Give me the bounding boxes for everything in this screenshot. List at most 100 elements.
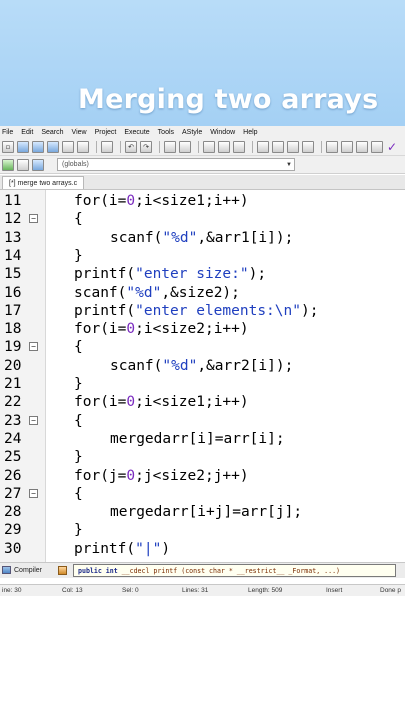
line-number: 13 <box>4 229 22 246</box>
line-number: 27 <box>4 485 22 502</box>
menu-item-help[interactable]: Help <box>243 129 257 136</box>
menu-item-tools[interactable]: Tools <box>158 129 174 136</box>
compile-icon[interactable] <box>272 140 284 153</box>
video-bottom-area <box>0 596 405 720</box>
code-token: for(j= <box>74 467 127 484</box>
toggle-bookmark-icon[interactable] <box>32 158 44 171</box>
code-line[interactable]: 23− { <box>0 412 405 430</box>
tab-merge-two-arrays[interactable]: [*] merge two arrays.c <box>2 176 85 189</box>
unindent-icon[interactable] <box>218 140 230 153</box>
code-token: ); <box>248 266 267 283</box>
line-number: 14 <box>4 247 22 264</box>
redo-icon[interactable]: ↷ <box>140 140 152 153</box>
menu-item-view[interactable]: View <box>72 129 87 136</box>
goto-icon[interactable] <box>257 140 269 153</box>
code-line[interactable]: 19− { <box>0 338 405 356</box>
line-number: 17 <box>4 302 22 319</box>
menu-item-project[interactable]: Project <box>95 129 117 136</box>
code-text: scanf("%d",&size2); <box>74 284 240 302</box>
compile-run-icon[interactable] <box>302 140 314 153</box>
code-text: } <box>74 375 83 393</box>
line-number: 15 <box>4 266 22 283</box>
add-class-icon[interactable] <box>2 158 14 171</box>
undo-icon[interactable]: ↶ <box>125 140 137 153</box>
toolbar-separator <box>96 140 97 153</box>
code-token: mergedarr[i+j]=arr[j]; <box>110 504 303 521</box>
menu-item-file[interactable]: File <box>2 129 13 136</box>
code-text: } <box>74 448 83 466</box>
code-token: { <box>74 485 83 502</box>
code-line[interactable]: 25} <box>0 448 405 466</box>
scope-select[interactable]: (globals) ▼ <box>57 158 295 171</box>
tab-compiler[interactable]: Compiler <box>2 566 42 574</box>
code-token: printf( <box>74 302 136 319</box>
code-text: { <box>74 210 83 228</box>
save-all-icon[interactable] <box>47 140 59 153</box>
code-line[interactable]: 17 printf("enter elements:\n"); <box>0 302 405 320</box>
layout-icon[interactable] <box>326 140 338 153</box>
checkmark-icon[interactable]: ✓ <box>386 140 398 154</box>
banner-title: Merging two arrays <box>78 84 379 115</box>
code-line[interactable]: 28 mergedarr[i+j]=arr[j]; <box>0 503 405 521</box>
insert-icon[interactable] <box>17 158 29 171</box>
status-state: Done p <box>380 587 401 594</box>
status-sel: Sel: 0 <box>122 587 139 594</box>
number-literal: 0 <box>126 193 136 209</box>
code-line[interactable]: 26 for(j=0;j<size2;j++) <box>0 467 405 485</box>
fold-toggle-icon[interactable]: − <box>29 488 38 498</box>
fold-toggle-icon[interactable]: − <box>29 342 38 352</box>
print-icon[interactable] <box>101 140 113 153</box>
line-number: 29 <box>4 522 22 539</box>
code-line[interactable]: 30 printf("|") <box>0 540 405 558</box>
find-icon[interactable] <box>164 140 176 153</box>
chevron-down-icon[interactable]: ▼ <box>284 162 294 168</box>
line-number: 30 <box>4 540 22 557</box>
line-number: 21 <box>4 376 22 392</box>
code-editor[interactable]: 11 for(i=0;i<size1;i++) 12−{13 scanf("%d",&… <box>0 190 405 562</box>
code-line[interactable]: 16 scanf("%d",&size2); <box>0 284 405 302</box>
compiler-icon <box>2 566 11 574</box>
code-line[interactable]: 27− { <box>0 485 405 503</box>
code-line[interactable]: 18 for(i=0;i<size2;i++) <box>0 320 405 338</box>
code-line[interactable]: 20 scanf("%d",&arr2[i]); <box>0 357 405 375</box>
editor-tab-bar: [*] merge two arrays.c <box>0 175 405 190</box>
code-token: { <box>74 211 83 228</box>
project-icon[interactable] <box>341 140 353 153</box>
run-icon[interactable] <box>287 140 299 153</box>
save-icon[interactable] <box>32 140 44 153</box>
fold-toggle-icon[interactable]: − <box>29 214 38 224</box>
bookmark-icon[interactable] <box>233 140 245 153</box>
code-line[interactable]: 12− { <box>0 210 405 228</box>
code-line[interactable]: 15 printf("enter size:"); <box>0 265 405 283</box>
code-token: for(i= <box>74 193 127 209</box>
function-signature-tooltip: public int __cdecl printf (const char * … <box>73 564 396 577</box>
code-line[interactable]: 29} <box>0 521 405 539</box>
new-file-icon[interactable]: ▫ <box>2 140 14 153</box>
menu-item-window[interactable]: Window <box>210 129 235 136</box>
menu-item-edit[interactable]: Edit <box>21 129 33 136</box>
menu-item-execute[interactable]: Execute <box>124 129 149 136</box>
resources-icon[interactable] <box>58 566 67 575</box>
class-browser-icon[interactable] <box>356 140 368 153</box>
open-folder-icon[interactable] <box>17 140 29 153</box>
code-line[interactable]: 21} <box>0 375 405 393</box>
close-file-icon[interactable] <box>62 140 74 153</box>
menu-item-search[interactable]: Search <box>41 129 63 136</box>
debug-icon[interactable] <box>371 140 383 153</box>
code-line[interactable]: 24 mergedarr[i]=arr[i]; <box>0 430 405 448</box>
code-text: printf("enter elements:\n"); <box>74 302 318 320</box>
code-token: for(i= <box>74 321 127 338</box>
code-line[interactable]: 14} <box>0 247 405 265</box>
fold-toggle-icon[interactable]: − <box>29 415 38 425</box>
code-token: ;i<size2;i++) <box>135 321 249 338</box>
code-line[interactable]: 13 scanf("%d",&arr1[i]); <box>0 229 405 247</box>
replace-icon[interactable] <box>179 140 191 153</box>
code-text: printf("|") <box>74 540 170 558</box>
code-line[interactable]: 11 for(i=0;i<size1;i++) <box>0 192 405 210</box>
code-token: scanf( <box>74 284 127 301</box>
indent-icon[interactable] <box>203 140 215 153</box>
close-all-icon[interactable] <box>77 140 89 153</box>
code-line[interactable]: 22 for(i=0;i<size1;i++) <box>0 393 405 411</box>
status-bar: ine: 30 Col: 13 Sel: 0 Lines: 31 Length:… <box>0 584 405 596</box>
menu-item-astyle[interactable]: AStyle <box>182 129 202 136</box>
